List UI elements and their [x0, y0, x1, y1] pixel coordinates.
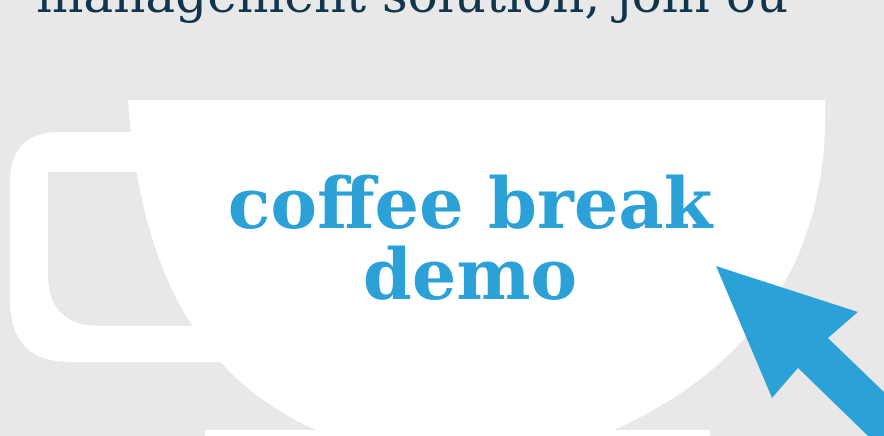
- coffee-break-banner: management solution, join ou coffee brea…: [0, 0, 884, 436]
- cup-saucer: [205, 430, 710, 436]
- cup-label-line1: coffee break: [227, 162, 713, 245]
- cup-label: coffee break demo: [150, 168, 790, 311]
- cup-label-line2: demo: [362, 233, 578, 317]
